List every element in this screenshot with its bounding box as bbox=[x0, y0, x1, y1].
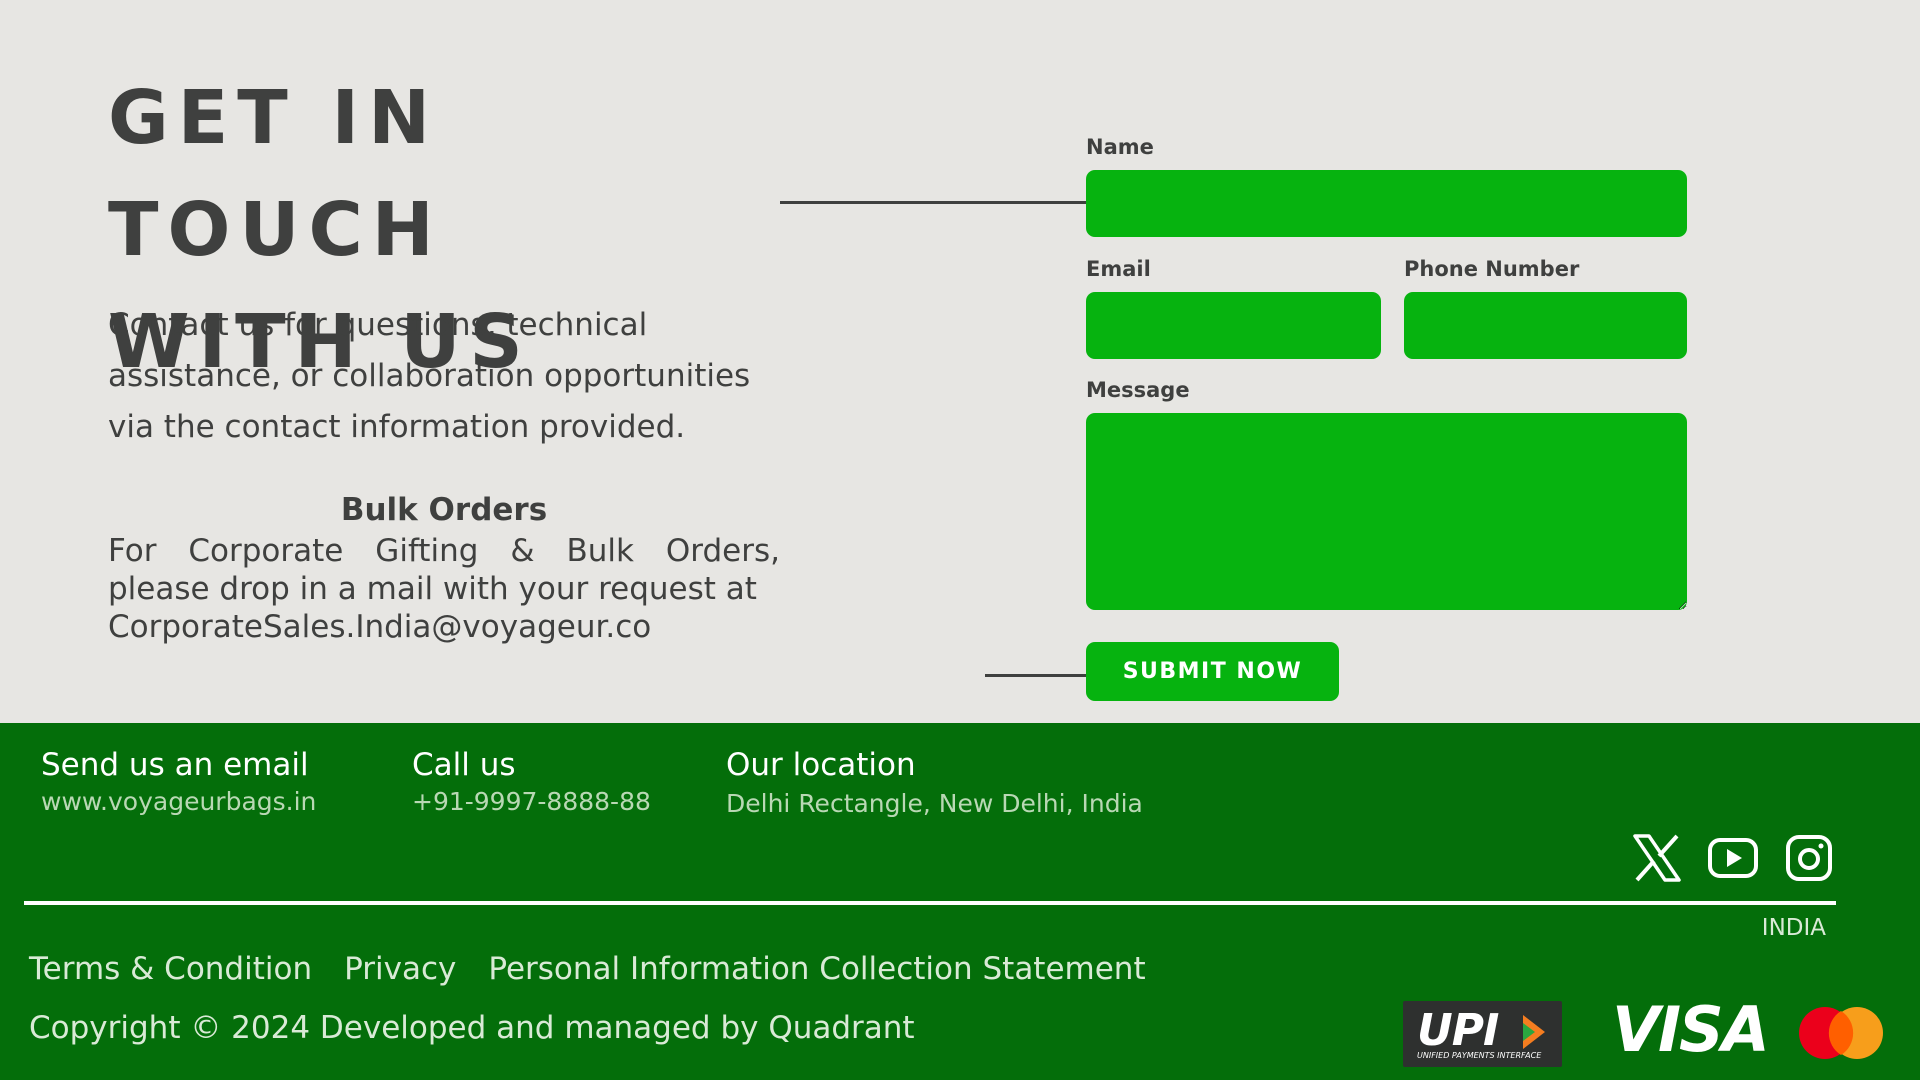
name-label: Name bbox=[1086, 135, 1154, 159]
upi-logo-subtext: UNIFIED PAYMENTS INTERFACE bbox=[1417, 1051, 1542, 1060]
decorative-line bbox=[985, 674, 1086, 677]
privacy-link[interactable]: Privacy bbox=[344, 951, 456, 987]
location-heading: Our location bbox=[726, 747, 916, 783]
social-links bbox=[1630, 831, 1836, 885]
site-footer: Send us an email www.voyageurbags.in Cal… bbox=[0, 723, 1920, 1080]
email-contact-block: Send us an email www.voyageurbags.in bbox=[41, 747, 316, 816]
bulk-orders-title: Bulk Orders bbox=[340, 492, 548, 528]
instagram-icon[interactable] bbox=[1782, 831, 1836, 885]
bulk-orders-text: For Corporate Gifting & Bulk Orders, ple… bbox=[108, 532, 780, 646]
copyright-text: Copyright © 2024 Developed and managed b… bbox=[29, 1010, 915, 1046]
contact-section: GET IN TOUCH WITH US Contact us for ques… bbox=[0, 0, 1920, 723]
upi-logo-text: UPI bbox=[1417, 1005, 1499, 1056]
phone-link[interactable]: +91-9997-8888-88 bbox=[412, 787, 651, 816]
call-heading: Call us bbox=[412, 747, 516, 783]
upi-logo: UPI UNIFIED PAYMENTS INTERFACE bbox=[1403, 1001, 1562, 1067]
email-link[interactable]: www.voyageurbags.in bbox=[41, 787, 316, 816]
bulk-orders-email[interactable]: CorporateSales.India@voyageur.co bbox=[108, 608, 780, 646]
bulk-orders-description: For Corporate Gifting & Bulk Orders, ple… bbox=[108, 533, 780, 607]
message-textarea[interactable] bbox=[1086, 413, 1687, 610]
email-label: Email bbox=[1086, 257, 1151, 281]
location-block: Our location Delhi Rectangle, New Delhi,… bbox=[726, 747, 1143, 818]
terms-link[interactable]: Terms & Condition bbox=[29, 951, 312, 987]
personal-info-statement-link[interactable]: Personal Information Collection Statemen… bbox=[488, 951, 1145, 987]
mastercard-logo bbox=[1799, 1007, 1883, 1059]
footer-links: Terms & Condition Privacy Personal Infor… bbox=[29, 951, 1146, 987]
phone-input[interactable] bbox=[1404, 292, 1687, 359]
name-input[interactable] bbox=[1086, 170, 1687, 237]
location-text: Delhi Rectangle, New Delhi, India bbox=[726, 789, 1143, 818]
upi-arrow-icon bbox=[1523, 1015, 1545, 1049]
country-selector[interactable]: INDIA bbox=[1762, 915, 1826, 941]
title-line-1: GET IN TOUCH bbox=[108, 75, 443, 273]
youtube-icon[interactable] bbox=[1706, 831, 1760, 885]
message-label: Message bbox=[1086, 378, 1190, 402]
visa-logo: VISA bbox=[1612, 993, 1770, 1066]
x-icon[interactable] bbox=[1630, 831, 1684, 885]
phone-label: Phone Number bbox=[1404, 257, 1580, 281]
submit-button[interactable]: SUBMIT NOW bbox=[1086, 642, 1339, 701]
footer-divider bbox=[24, 901, 1836, 905]
call-contact-block: Call us +91-9997-8888-88 bbox=[412, 747, 651, 816]
email-input[interactable] bbox=[1086, 292, 1381, 359]
intro-text: Contact us for questions, technical assi… bbox=[108, 307, 751, 445]
email-heading: Send us an email bbox=[41, 747, 309, 783]
decorative-line bbox=[780, 201, 1086, 204]
